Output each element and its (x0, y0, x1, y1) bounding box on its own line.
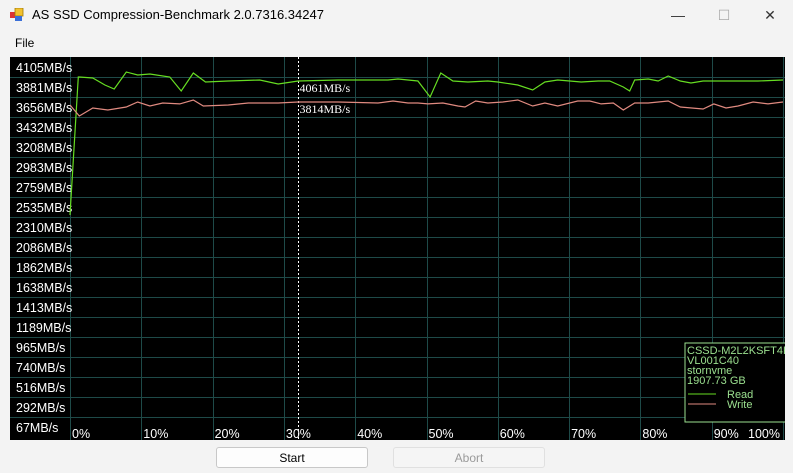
y-tick-label: 2535MB/s (16, 201, 72, 215)
y-tick-label: 1638MB/s (16, 281, 72, 295)
legend-box: CSSD-M2L2KSFT4K VL001C40 stornvme 1907.7… (684, 342, 791, 423)
minimize-button[interactable]: — (655, 0, 701, 30)
x-tick-label: 80% (642, 427, 667, 440)
window-title: AS SSD Compression-Benchmark 2.0.7316.34… (32, 7, 324, 22)
y-tick-label: 1413MB/s (16, 301, 72, 315)
close-icon: ✕ (764, 6, 776, 23)
y-tick-label: 2310MB/s (16, 221, 72, 235)
start-button[interactable]: Start (216, 447, 368, 468)
y-tick-label: 1862MB/s (16, 261, 72, 275)
y-tick-label: 292MB/s (16, 401, 65, 415)
y-tick-label: 4105MB/s (16, 61, 72, 75)
y-tick-label: 1189MB/s (16, 321, 71, 335)
legend-write-label: Write (727, 399, 752, 411)
x-tick-label: 40% (357, 427, 382, 440)
y-tick-label: 516MB/s (16, 381, 65, 395)
y-tick-label: 965MB/s (16, 341, 65, 355)
x-tick-label: 50% (429, 427, 454, 440)
maximize-icon: ☐ (717, 6, 731, 23)
x-tick-label: 70% (571, 427, 596, 440)
chart-svg: 4105MB/s 3881MB/s 3656MB/s 3432MB/s 3208MB/s… (10, 57, 791, 441)
x-tick-label: 10% (143, 427, 168, 440)
y-tick-label: 2759MB/s (16, 181, 72, 195)
x-tick-label: 20% (215, 427, 240, 440)
y-tick-label: 2983MB/s (16, 161, 72, 175)
x-tick-label: 60% (500, 427, 525, 440)
close-button[interactable]: ✕ (747, 0, 793, 30)
y-tick-label: 67MB/s (16, 421, 58, 435)
minimize-icon: — (671, 7, 685, 23)
app-icon (10, 8, 24, 21)
y-tick-label: 3881MB/s (16, 81, 72, 95)
y-tick-label: 3208MB/s (16, 141, 72, 155)
abort-button[interactable]: Abort (393, 447, 545, 468)
x-tick-label: 0% (72, 427, 90, 440)
cursor-read-value: 4061MB/s (300, 81, 351, 95)
y-tick-label: 740MB/s (16, 361, 65, 375)
menu-file[interactable]: File (15, 36, 34, 50)
legend-size: 1907.73 GB (687, 375, 746, 387)
read-series-line (69, 71, 784, 216)
y-tick-label: 3656MB/s (16, 101, 72, 115)
cursor-write-value: 3814MB/s (300, 102, 351, 116)
maximize-button[interactable]: ☐ (701, 0, 747, 30)
y-tick-label: 2086MB/s (16, 241, 72, 255)
x-tick-label: 100% (748, 427, 780, 440)
benchmark-chart: 4105MB/s 3881MB/s 3656MB/s 3432MB/s 3208MB/s… (10, 57, 791, 441)
write-series-line (69, 99, 784, 117)
y-tick-label: 3432MB/s (16, 121, 72, 135)
menu-bar: File (0, 32, 793, 52)
title-bar: AS SSD Compression-Benchmark 2.0.7316.34… (0, 0, 793, 30)
x-tick-label: 90% (714, 427, 739, 440)
